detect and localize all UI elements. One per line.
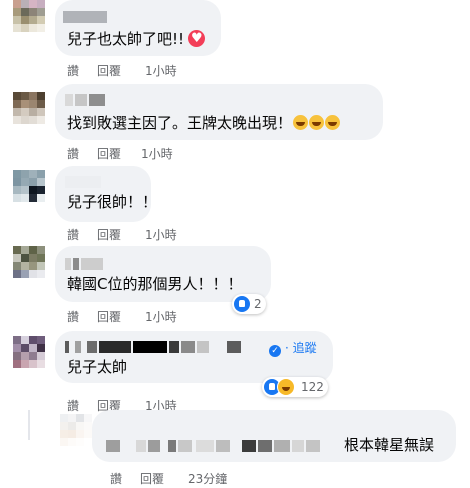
redacted-author-name[interactable]	[63, 11, 107, 23]
reply-link[interactable]: 回覆	[97, 145, 121, 162]
comment-text: 兒子也太帥了吧!!	[67, 29, 206, 49]
avatar[interactable]	[13, 0, 45, 32]
reaction-count: 2	[254, 297, 262, 311]
reply-link[interactable]: 回覆	[140, 470, 164, 487]
comment-bubble: 兒子也太帥了吧!!	[55, 0, 221, 56]
reply-link[interactable]: 回覆	[97, 226, 121, 243]
comment-3: 兒子很帥！！ 讚 回覆 1小時	[0, 166, 470, 246]
redacted-author-name[interactable]	[65, 94, 73, 106]
like-link[interactable]: 讚	[67, 308, 79, 325]
reply-comment: 根本韓星無誤 讚 回覆 23分鐘	[0, 410, 470, 488]
laugh-emoji-icon	[293, 115, 309, 130]
laugh-emoji-icon	[309, 115, 325, 130]
reaction-summary[interactable]: 2	[232, 294, 266, 314]
timestamp[interactable]: 1小時	[145, 308, 177, 325]
comment-bubble: 兒子很帥！！	[55, 166, 157, 222]
like-link[interactable]: 讚	[67, 226, 79, 243]
redacted-author-name[interactable]	[65, 258, 71, 270]
like-link[interactable]: 讚	[67, 145, 79, 162]
timestamp[interactable]: 1小時	[141, 145, 173, 162]
comment-text: 找到敗選主因了。王牌太晚出現！	[67, 113, 341, 133]
comment-text: 兒子很帥！！	[67, 193, 158, 211]
avatar[interactable]	[13, 246, 45, 278]
reaction-summary[interactable]: 122	[262, 377, 328, 397]
timestamp[interactable]: 1小時	[145, 62, 177, 79]
like-link[interactable]: 讚	[110, 470, 122, 487]
reply-link[interactable]: 回覆	[97, 308, 121, 325]
comment-1: 兒子也太帥了吧!! 讚 回覆 1小時	[0, 0, 470, 80]
heart-icon	[188, 29, 206, 49]
redacted-author-name[interactable]	[106, 440, 120, 452]
avatar[interactable]	[13, 92, 45, 124]
reaction-count: 122	[301, 380, 324, 394]
comment-text: 根本韓星無誤	[344, 436, 435, 454]
avatar[interactable]	[13, 170, 45, 202]
comment-text: 韓國C位的那個男人！！！	[67, 275, 243, 293]
avatar[interactable]	[13, 336, 45, 368]
reply-link[interactable]: 回覆	[97, 62, 121, 79]
verified-icon: ✓	[269, 345, 281, 357]
comment-bubble: 根本韓星無誤	[92, 410, 456, 462]
haha-icon	[277, 378, 295, 396]
timestamp[interactable]: 1小時	[145, 226, 177, 243]
like-link[interactable]: 讚	[67, 62, 79, 79]
avatar[interactable]	[60, 414, 92, 446]
follow-link[interactable]: · 追蹤	[285, 339, 317, 356]
timestamp[interactable]: 23分鐘	[188, 470, 227, 487]
comment-bubble: ✓ · 追蹤 兒子太帥	[55, 331, 333, 383]
verified-author-label: ✓	[269, 339, 281, 358]
comment-4: 韓國C位的那個男人！！！ 2 讚 回覆 1小時	[0, 246, 470, 326]
comment-2: 找到敗選主因了。王牌太晚出現！ 讚 回覆 1小時	[0, 84, 470, 164]
comment-text: 兒子太帥	[67, 358, 128, 376]
redacted-author-name[interactable]	[65, 176, 101, 188]
redacted-author-name[interactable]	[65, 341, 69, 353]
comment-5: ✓ · 追蹤 兒子太帥 122 讚 回覆 1小時	[0, 326, 470, 413]
comment-bubble: 找到敗選主因了。王牌太晚出現！	[55, 84, 383, 140]
laugh-emoji-icon	[325, 115, 341, 130]
like-icon	[234, 296, 250, 312]
